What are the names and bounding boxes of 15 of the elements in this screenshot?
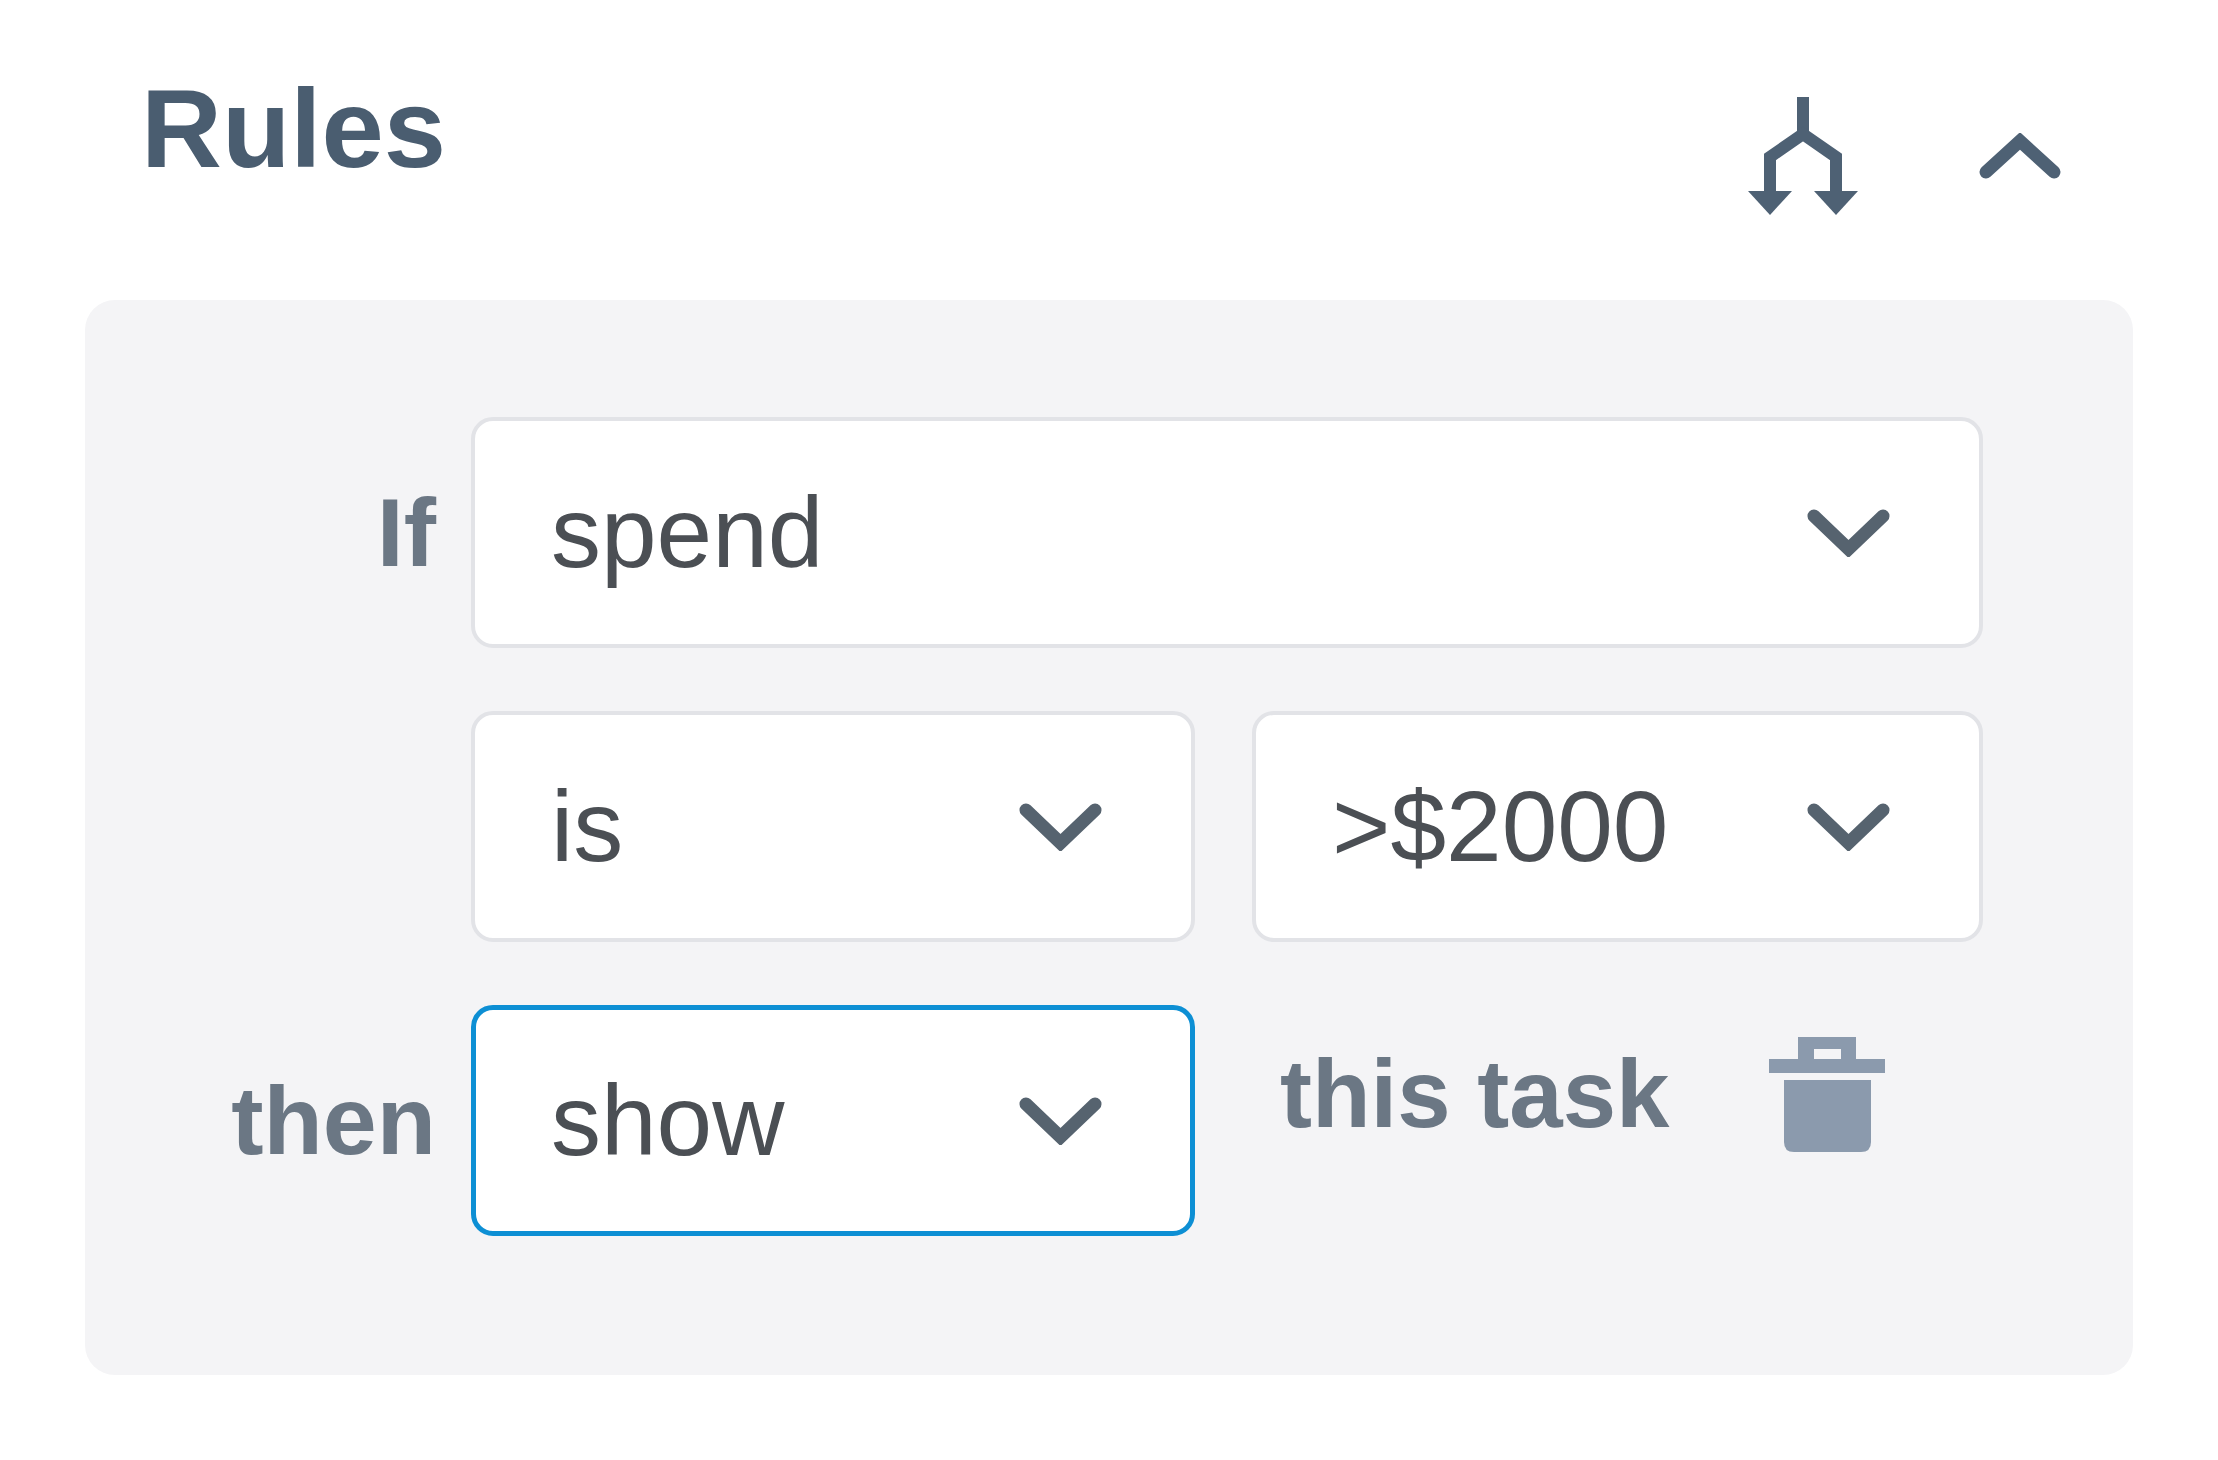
threshold-dropdown[interactable]: >$2000 — [1252, 711, 1983, 942]
subject-dropdown[interactable]: spend — [471, 417, 1983, 648]
operator-dropdown[interactable]: is — [471, 711, 1195, 942]
chevron-down-icon — [1806, 508, 1891, 557]
chevron-down-icon — [1018, 1096, 1103, 1145]
then-label: then — [231, 1064, 437, 1177]
action-dropdown[interactable]: show — [471, 1005, 1195, 1236]
chevron-up-icon[interactable] — [1978, 132, 2062, 180]
chevron-down-icon — [1806, 802, 1891, 851]
chevron-down-icon — [1018, 802, 1103, 851]
branch-arrows-icon[interactable] — [1748, 97, 1858, 215]
if-label: If — [376, 476, 438, 589]
target-text: this task — [1280, 1039, 1670, 1150]
section-title: Rules — [141, 65, 446, 193]
trash-icon[interactable] — [1769, 1037, 1886, 1152]
